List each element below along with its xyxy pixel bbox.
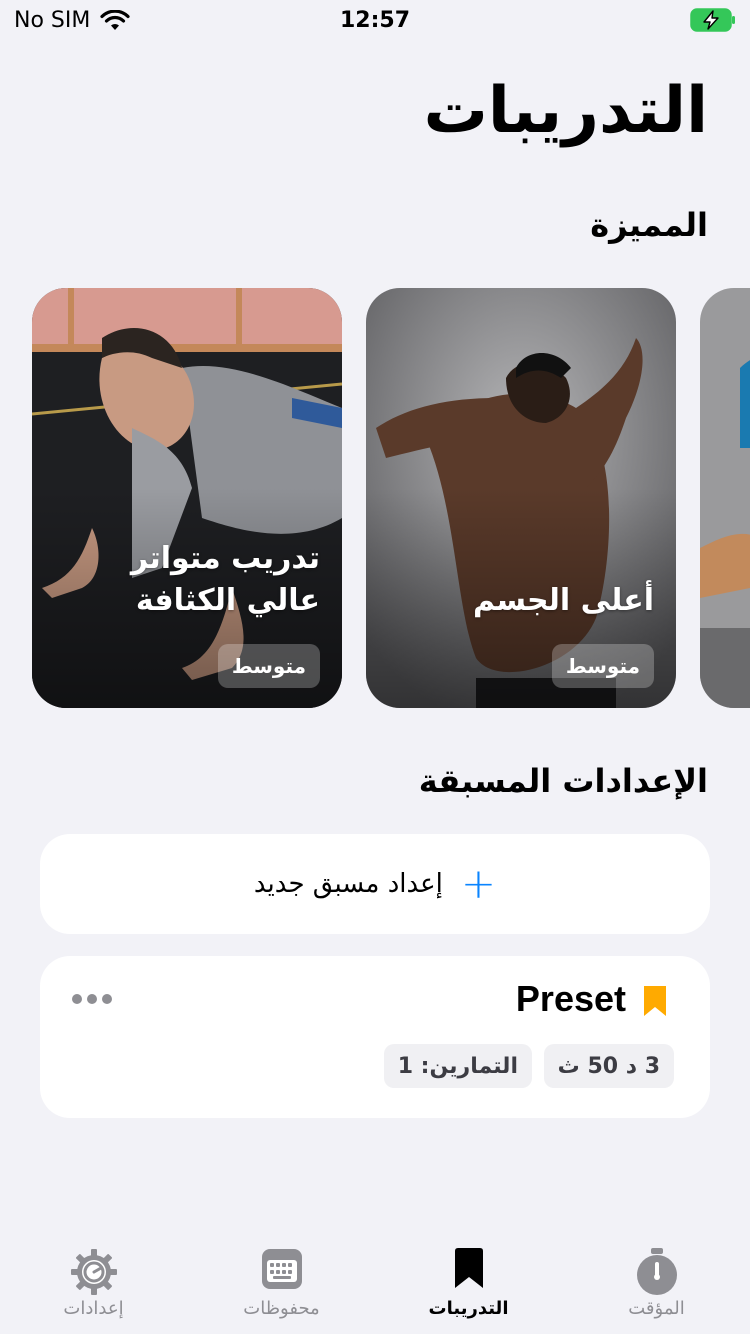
featured-section-title: المميزة <box>590 206 708 244</box>
tab-label: إعدادات <box>63 1298 124 1319</box>
bookmark-icon <box>454 1248 483 1288</box>
tab-label: التدريبات <box>428 1298 509 1319</box>
tab-settings[interactable]: إعدادات <box>0 1224 187 1334</box>
page-title: التدريبات <box>423 74 708 148</box>
card-title: تدريب متواتر عالي الكثافة <box>130 541 320 618</box>
keyboard-icon <box>261 1249 302 1289</box>
difficulty-badge: متوسط <box>551 644 654 688</box>
plus-icon: + <box>460 859 497 908</box>
preset-exercises-chip: التمارين: 1 <box>383 1044 532 1088</box>
featured-card-hiit[interactable]: تدريب متواتر عالي الكثافة متوسط <box>32 288 342 708</box>
difficulty-badge: متوسط <box>217 644 320 688</box>
preset-card[interactable]: Preset 3 د 50 ث التمارين: 1 <box>40 956 710 1118</box>
featured-card-partial[interactable] <box>700 288 750 708</box>
tab-bar: المؤقت التدريبات محفوظات إعدادات <box>0 1224 750 1334</box>
battery-charging-icon <box>690 8 735 32</box>
card-title: أعلى الجسم <box>472 583 654 618</box>
featured-card-upper-body[interactable]: أعلى الجسم متوسط <box>366 288 676 708</box>
tab-label: محفوظات <box>243 1298 320 1319</box>
preset-name: Preset <box>515 978 626 1019</box>
status-bar: No SIM 12:57 <box>0 0 750 40</box>
status-time: 12:57 <box>339 8 411 33</box>
stopwatch-icon <box>636 1248 677 1295</box>
more-options-icon[interactable] <box>72 994 112 1004</box>
tab-label: المؤقت <box>628 1298 685 1319</box>
workout-photo-partial <box>700 288 750 708</box>
gear-icon <box>70 1249 117 1295</box>
tab-timer[interactable]: المؤقت <box>563 1224 750 1334</box>
preset-duration-chip: 3 د 50 ث <box>543 1044 674 1088</box>
presets-section-title: الإعدادات المسبقة <box>418 762 708 800</box>
bookmark-icon <box>644 986 666 1016</box>
new-preset-label: إعداد مسبق جديد <box>253 869 443 899</box>
tab-workouts[interactable]: التدريبات <box>375 1224 562 1334</box>
featured-carousel[interactable]: تدريب متواتر عالي الكثافة متوسط أعلى الج… <box>0 288 750 708</box>
new-preset-button[interactable]: + إعداد مسبق جديد <box>40 834 710 934</box>
tab-saved[interactable]: محفوظات <box>188 1224 375 1334</box>
